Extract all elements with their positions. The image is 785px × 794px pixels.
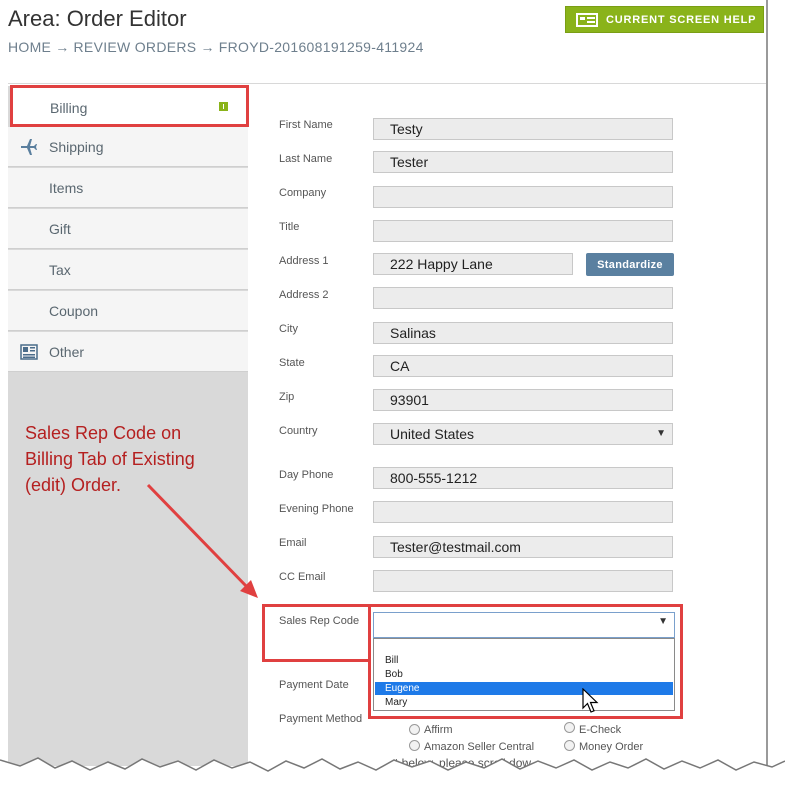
address2-label: Address 2 (279, 289, 329, 301)
breadcrumb-order-id: FROYD-201608191259-411924 (218, 39, 424, 55)
sales-rep-select[interactable]: ▼ (373, 612, 675, 638)
city-field[interactable]: Salinas (373, 322, 673, 344)
cc-email-field[interactable] (373, 570, 673, 592)
radio-echeck[interactable] (564, 722, 575, 733)
annotation-highlight-edge (262, 659, 371, 662)
zip-field[interactable]: 93901 (373, 389, 673, 411)
breadcrumb: HOME → REVIEW ORDERS → FROYD-201608191259-41… (8, 39, 424, 55)
dropdown-option-bob[interactable]: Bob (375, 668, 673, 681)
radio-amazon[interactable] (409, 740, 420, 751)
evening-phone-label: Evening Phone (279, 503, 354, 515)
radio-money-order[interactable] (564, 740, 575, 751)
email-label: Email (279, 537, 307, 549)
sidebar-item-label: Items (49, 179, 84, 196)
current-screen-help-button[interactable]: CURRENT SCREEN HELP (565, 6, 764, 33)
sidebar-item-coupon[interactable]: Coupon (8, 291, 248, 331)
standardize-button[interactable]: Standardize (586, 253, 674, 276)
state-label: State (279, 357, 305, 369)
sales-rep-dropdown: Bill Bob Eugene Mary (373, 638, 675, 711)
sidebar-item-label: Billing (50, 100, 88, 116)
sidebar-item-label: Gift (49, 220, 71, 237)
company-field[interactable] (373, 186, 673, 208)
city-label: City (279, 323, 298, 335)
help-screen-icon (576, 12, 598, 27)
dropdown-option-eugene[interactable]: Eugene (375, 682, 673, 695)
country-value: United States (390, 426, 475, 442)
radio-label-echeck: E-Check (579, 724, 622, 736)
newspaper-icon (20, 343, 38, 360)
address2-field[interactable] (373, 287, 673, 309)
badge-icon (219, 102, 228, 111)
page: Area: Order Editor HOME → REVIEW ORDERS → FR… (0, 0, 768, 770)
radio-label-affirm: Affirm (424, 724, 453, 736)
sidebar-item-label: Coupon (49, 302, 99, 319)
address1-field[interactable]: 222 Happy Lane (373, 253, 573, 275)
sidebar-item-billing[interactable]: Billing (10, 85, 249, 127)
first-name-label: First Name (279, 119, 333, 131)
airplane-icon (21, 138, 37, 155)
sidebar-item-label: Shipping (49, 138, 104, 155)
address1-label: Address 1 (279, 255, 329, 267)
cc-email-label: CC Email (279, 571, 326, 583)
day-phone-label: Day Phone (279, 469, 334, 481)
help-button-label: CURRENT SCREEN HELP (606, 13, 757, 26)
dropdown-option-bill[interactable]: Bill (375, 654, 673, 667)
payment-date-label: Payment Date (279, 679, 349, 691)
email-field[interactable]: Tester@testmail.com (373, 536, 673, 558)
sidebar-item-label: Tax (49, 261, 71, 278)
annotation-line: Billing Tab of Existing (25, 449, 195, 469)
country-select[interactable]: United States ▼ (373, 423, 673, 445)
radio-affirm[interactable] (409, 724, 420, 735)
day-phone-field[interactable]: 800-555-1212 (373, 467, 673, 489)
sidebar-item-other[interactable]: Other (8, 332, 248, 372)
sidebar-item-items[interactable]: Items (8, 168, 248, 208)
country-label: Country (279, 425, 318, 437)
breadcrumb-separator: → (200, 39, 215, 55)
torn-edge (0, 757, 785, 794)
company-label: Company (279, 187, 327, 199)
last-name-label: Last Name (279, 153, 333, 165)
dropdown-option-mary[interactable]: Mary (375, 696, 673, 709)
evening-phone-field[interactable] (373, 501, 673, 523)
caret-down-icon: ▼ (658, 616, 668, 627)
breadcrumb-separator: → (55, 39, 70, 55)
payment-method-label: Payment Method (279, 713, 363, 725)
header-divider (8, 83, 766, 84)
state-field[interactable]: CA (373, 355, 673, 377)
zip-label: Zip (279, 391, 295, 403)
breadcrumb-review-orders[interactable]: REVIEW ORDERS (74, 39, 197, 55)
annotation-arrow (146, 483, 258, 598)
breadcrumb-home[interactable]: HOME (8, 39, 51, 55)
sales-rep-label: Sales Rep Code (279, 615, 360, 627)
caret-down-icon: ▼ (656, 428, 666, 439)
sidebar-item-gift[interactable]: Gift (8, 209, 248, 249)
sidebar-item-label: Other (49, 343, 85, 360)
first-name-field[interactable]: Testy (373, 118, 673, 140)
title-field[interactable] (373, 220, 673, 242)
sidebar-item-shipping[interactable]: Shipping (8, 127, 248, 167)
page-title: Area: Order Editor (8, 6, 187, 31)
annotation-line: Sales Rep Code on (25, 423, 182, 443)
last-name-field[interactable]: Tester (373, 151, 673, 173)
sidebar-item-tax[interactable]: Tax (8, 250, 248, 290)
title-label: Title (279, 221, 300, 233)
mouse-cursor-icon (582, 688, 599, 713)
